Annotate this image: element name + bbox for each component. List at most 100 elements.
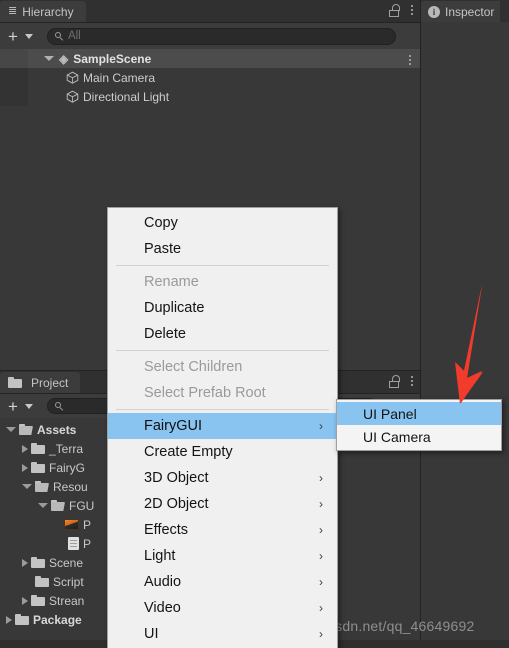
menu-item-2d-object[interactable]: 2D Object › bbox=[108, 491, 337, 517]
foldout-open-icon[interactable] bbox=[44, 56, 54, 61]
vertical-divider[interactable] bbox=[420, 0, 421, 648]
chevron-right-icon: › bbox=[319, 627, 323, 641]
menu-item-label: Video bbox=[144, 600, 181, 616]
inspector-panel: i Inspector bbox=[421, 0, 509, 370]
gameobject-cube-icon bbox=[66, 71, 79, 84]
menu-separator bbox=[116, 350, 329, 351]
hierarchy-row-label: SampleScene bbox=[73, 51, 152, 66]
chevron-right-icon: › bbox=[319, 471, 323, 485]
chevron-right-icon: › bbox=[319, 549, 323, 563]
tab-project-label: Project bbox=[31, 375, 69, 390]
chevron-right-icon: › bbox=[319, 523, 323, 537]
submenu-item-ui-panel[interactable]: UI Panel bbox=[337, 402, 501, 425]
project-row-label: Package bbox=[33, 612, 82, 627]
inspector-body bbox=[421, 22, 509, 370]
menu-item-ui[interactable]: UI › bbox=[108, 621, 337, 647]
submenu-item-label: UI Panel bbox=[363, 405, 417, 422]
tab-hierarchy-label: Hierarchy bbox=[22, 4, 74, 19]
foldout-open-icon[interactable] bbox=[22, 484, 32, 489]
hierarchy-options-kebab-icon[interactable] bbox=[408, 3, 416, 17]
foldout-closed-icon[interactable] bbox=[22, 463, 28, 472]
menu-item-light[interactable]: Light › bbox=[108, 543, 337, 569]
hierarchy-header-icons bbox=[389, 3, 416, 17]
foldout-open-icon[interactable] bbox=[38, 503, 48, 508]
hierarchy-row-label: Main Camera bbox=[83, 70, 156, 85]
chevron-down-icon[interactable] bbox=[24, 403, 33, 409]
project-row-label: _Terra bbox=[49, 441, 84, 456]
submenu-item-ui-camera[interactable]: UI Camera bbox=[337, 425, 501, 448]
foldout-closed-icon[interactable] bbox=[22, 596, 28, 605]
tab-inspector[interactable]: i Inspector bbox=[421, 1, 501, 22]
menu-item-label: FairyGUI bbox=[144, 418, 202, 434]
menu-item-copy[interactable]: Copy bbox=[108, 210, 337, 236]
menu-item-label: Paste bbox=[144, 241, 182, 257]
tab-inspector-label: Inspector bbox=[445, 4, 495, 19]
info-icon: i bbox=[428, 5, 440, 18]
menu-item-label: Delete bbox=[144, 326, 186, 342]
indent-guide bbox=[0, 49, 28, 68]
foldout-closed-icon[interactable] bbox=[22, 558, 28, 567]
hierarchy-row-main-camera[interactable]: Main Camera bbox=[0, 68, 420, 87]
menu-item-label: Create Empty bbox=[144, 444, 233, 460]
chevron-right-icon: › bbox=[319, 419, 323, 433]
menu-item-3d-object[interactable]: 3D Object › bbox=[108, 465, 337, 491]
menu-item-paste[interactable]: Paste bbox=[108, 236, 337, 262]
tab-hierarchy[interactable]: ≣ Hierarchy bbox=[0, 1, 86, 22]
menu-item-audio[interactable]: Audio › bbox=[108, 569, 337, 595]
indent-guide bbox=[0, 68, 28, 87]
folder-icon bbox=[8, 377, 22, 388]
foldout-open-icon[interactable] bbox=[6, 427, 16, 432]
menu-item-effects[interactable]: Effects › bbox=[108, 517, 337, 543]
hierarchy-search-input[interactable]: All bbox=[46, 27, 396, 45]
chevron-right-icon: › bbox=[319, 497, 323, 511]
scene-row-kebab-icon[interactable] bbox=[406, 53, 414, 67]
hierarchy-row-directional-light[interactable]: Directional Light bbox=[0, 87, 420, 106]
hierarchy-row-samplescene[interactable]: ◈ SampleScene bbox=[0, 49, 420, 68]
hierarchy-add-button[interactable]: + bbox=[6, 28, 20, 45]
lock-icon[interactable] bbox=[389, 3, 400, 17]
folder-icon bbox=[15, 614, 29, 625]
project-options-kebab-icon[interactable] bbox=[408, 374, 416, 388]
folder-icon bbox=[31, 595, 45, 606]
menu-item-fairygui[interactable]: FairyGUI › bbox=[108, 413, 337, 439]
chevron-down-icon[interactable] bbox=[24, 33, 33, 39]
menu-separator bbox=[116, 265, 329, 266]
folder-icon bbox=[31, 443, 45, 454]
chevron-right-icon: › bbox=[319, 601, 323, 615]
inspector-tabbar: i Inspector bbox=[421, 0, 509, 23]
menu-item-video[interactable]: Video › bbox=[108, 595, 337, 621]
menu-item-delete[interactable]: Delete bbox=[108, 321, 337, 347]
scene-icon: ◈ bbox=[59, 51, 69, 66]
menu-item-label: Select Children bbox=[144, 359, 243, 375]
project-row-label: FairyG bbox=[49, 460, 85, 475]
menu-item-label: Audio bbox=[144, 574, 182, 590]
project-row-label: Strean bbox=[49, 593, 85, 608]
folder-open-icon bbox=[19, 424, 33, 435]
project-row-label: Assets bbox=[37, 422, 77, 437]
foldout-spacer bbox=[22, 578, 32, 586]
project-row-label: Scene bbox=[49, 555, 84, 570]
tab-project[interactable]: Project bbox=[0, 372, 81, 393]
hierarchy-list-icon: ≣ bbox=[8, 5, 18, 17]
folder-open-icon bbox=[35, 481, 49, 492]
project-row-label: FGU bbox=[69, 498, 95, 513]
hierarchy-tabbar: ≣ Hierarchy bbox=[0, 0, 420, 23]
menu-item-label: Select Prefab Root bbox=[144, 385, 266, 401]
project-add-button[interactable]: + bbox=[6, 398, 20, 415]
folder-icon bbox=[35, 576, 49, 587]
foldout-closed-icon[interactable] bbox=[6, 615, 12, 624]
lock-icon[interactable] bbox=[389, 374, 400, 388]
indent-guide bbox=[0, 87, 28, 106]
menu-separator bbox=[116, 409, 329, 410]
project-row-label: P bbox=[83, 517, 92, 532]
foldout-closed-icon[interactable] bbox=[22, 444, 28, 453]
hierarchy-toolbar: + All bbox=[0, 23, 420, 49]
project-row-label: P bbox=[83, 536, 92, 551]
search-icon bbox=[54, 401, 64, 411]
menu-item-label: Rename bbox=[144, 274, 199, 290]
file-doc-icon bbox=[68, 537, 79, 550]
chevron-right-icon: › bbox=[319, 575, 323, 589]
menu-item-create-empty[interactable]: Create Empty bbox=[108, 439, 337, 465]
menu-item-label: Light bbox=[144, 548, 176, 564]
menu-item-duplicate[interactable]: Duplicate bbox=[108, 295, 337, 321]
